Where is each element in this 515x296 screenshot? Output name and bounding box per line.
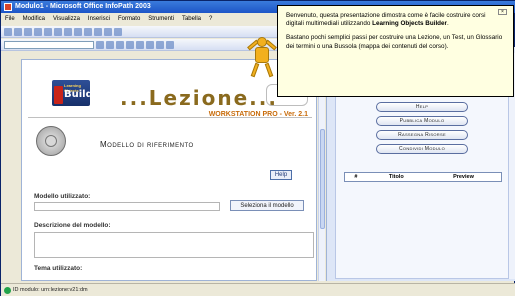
assistant-leg-right	[264, 62, 274, 78]
model-title: Modello di riferimento	[100, 140, 194, 149]
publish-form-button[interactable]: Pubblica Modulo	[376, 116, 468, 126]
balloon-text-2: Bastano pochi semplici passi per costrui…	[286, 34, 503, 50]
col-title: Titolo	[388, 174, 404, 180]
formatting-toolbar	[1, 39, 281, 51]
balloon-text-1b: .	[447, 20, 449, 28]
share-form-button[interactable]: Condividi Modulo	[376, 144, 468, 154]
font-combo[interactable]	[4, 41, 94, 49]
open-icon[interactable]	[14, 28, 22, 36]
align-left-icon[interactable]	[126, 41, 134, 49]
model-description-field[interactable]	[34, 232, 314, 258]
italic-icon[interactable]	[106, 41, 114, 49]
scroll-thumb[interactable]	[320, 129, 325, 229]
form-document: Learning Objects Builder ...Lezione... W…	[21, 59, 317, 281]
paste-icon[interactable]	[84, 28, 92, 36]
infopath-app-icon	[4, 3, 12, 11]
balloon-product-name: Learning Objects Builder	[372, 20, 447, 28]
balloon-text-1: Benvenuto, questa presentazione dimostra…	[286, 12, 505, 28]
new-icon[interactable]	[4, 28, 12, 36]
status-bar: ID modulo: urn:lezione:v21:dm	[1, 283, 515, 296]
undo-icon[interactable]	[94, 28, 102, 36]
table-icon[interactable]	[114, 28, 122, 36]
lob-logo: Learning Objects Builder	[52, 80, 104, 106]
spelling-icon[interactable]	[54, 28, 62, 36]
assistant-head	[257, 37, 267, 47]
menu-modifica[interactable]: Modifica	[23, 14, 45, 25]
menu-file[interactable]: File	[5, 14, 15, 25]
assistant-body	[255, 47, 269, 63]
numbering-icon[interactable]	[166, 41, 174, 49]
underline-icon[interactable]	[116, 41, 124, 49]
help-pane-button[interactable]: Help	[376, 102, 468, 112]
items-table-header: # Titolo Preview	[344, 172, 502, 182]
model-used-field[interactable]	[34, 202, 220, 211]
col-preview: Preview	[453, 174, 474, 180]
menu-strumenti[interactable]: Strumenti	[148, 14, 174, 25]
assistant-balloon: × Benvenuto, questa presentazione dimost…	[277, 5, 514, 97]
bullets-icon[interactable]	[156, 41, 164, 49]
office-assistant-figure[interactable]	[247, 37, 277, 79]
cut-icon[interactable]	[64, 28, 72, 36]
lesson-heading: ...Lezione...	[120, 86, 278, 110]
disk-icon	[36, 126, 66, 156]
redo-icon[interactable]	[104, 28, 112, 36]
bold-icon[interactable]	[96, 41, 104, 49]
model-section: Modello di riferimento	[28, 124, 312, 164]
align-right-icon[interactable]	[146, 41, 154, 49]
standard-toolbar	[1, 26, 281, 38]
menu-formato[interactable]: Formato	[118, 14, 140, 25]
window-title: Modulo1 - Microsoft Office InfoPath 2003	[15, 3, 151, 10]
assistant-leg-left	[250, 62, 260, 78]
logo-main-text: Builder	[64, 89, 105, 100]
menu-inserisci[interactable]: Inserisci	[88, 14, 110, 25]
print-icon[interactable]	[34, 28, 42, 36]
theme-used-label: Tema utilizzato:	[34, 265, 83, 272]
logo-red-shape	[54, 86, 63, 104]
model-description-label: Descrizione del modello:	[34, 222, 111, 229]
status-text: ID modulo: urn:lezione:v21:dm	[13, 287, 88, 293]
ok-status-icon	[4, 287, 11, 294]
app-window: Modulo1 - Microsoft Office InfoPath 2003…	[0, 0, 515, 296]
model-used-label: Modello utilizzato:	[34, 193, 91, 200]
menu-tabella[interactable]: Tabella	[182, 14, 201, 25]
select-model-button[interactable]: Seleziona il modello	[230, 200, 304, 211]
menu-visualizza[interactable]: Visualizza	[53, 14, 80, 25]
col-number: #	[354, 174, 358, 180]
close-icon[interactable]: ×	[498, 9, 507, 15]
edition-label: WORKSTATION PRO - Ver. 2.1	[208, 111, 308, 118]
review-resources-button[interactable]: Rassegna Risorse	[376, 130, 468, 140]
copy-icon[interactable]	[74, 28, 82, 36]
save-icon[interactable]	[24, 28, 32, 36]
disk-hub	[45, 135, 57, 147]
preview-icon[interactable]	[44, 28, 52, 36]
menu-help[interactable]: ?	[209, 14, 212, 25]
align-center-icon[interactable]	[136, 41, 144, 49]
help-button[interactable]: Help	[270, 170, 292, 180]
